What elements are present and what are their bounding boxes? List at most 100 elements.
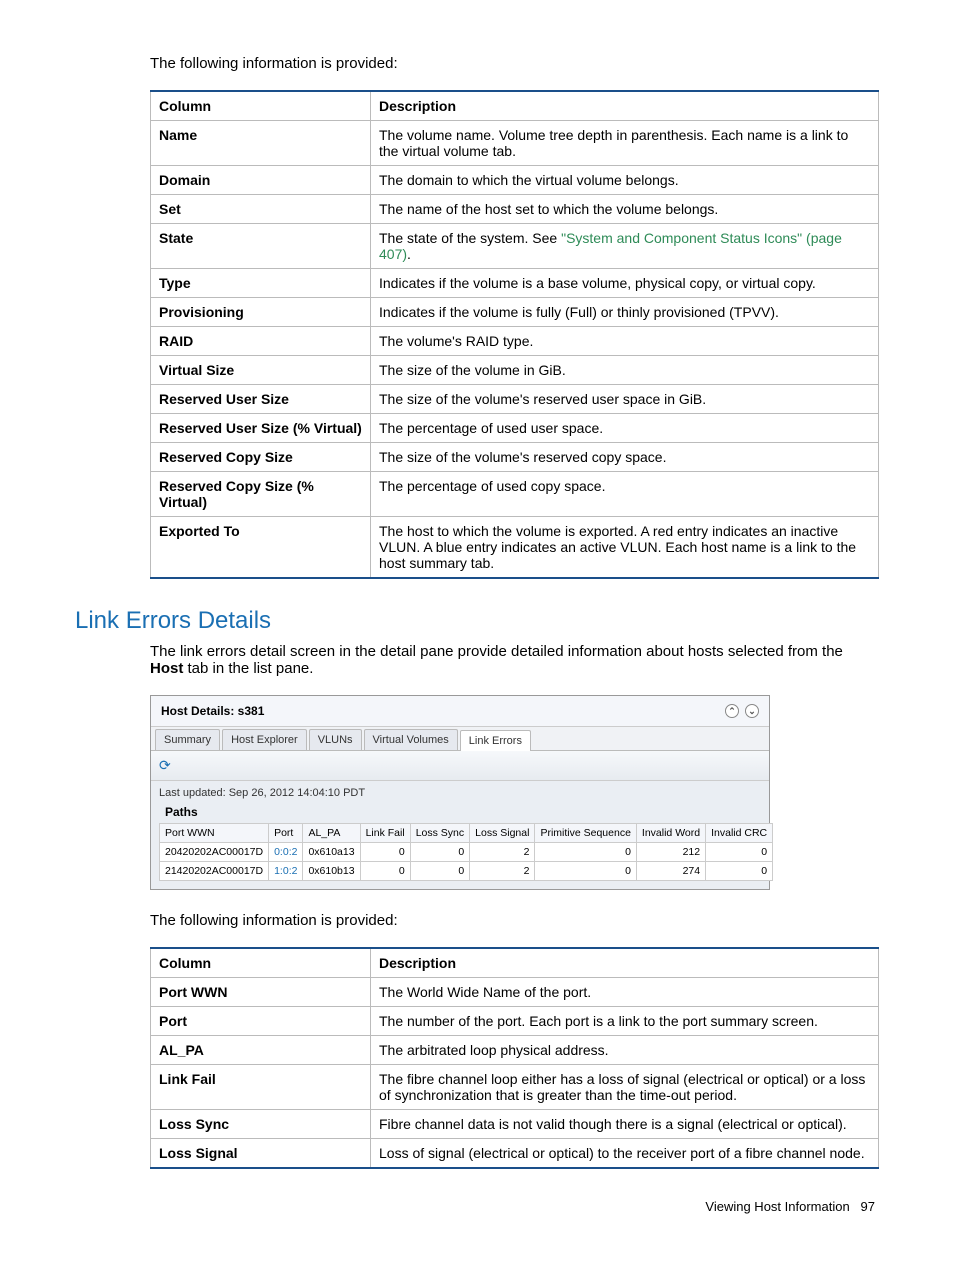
column-name-cell: Port bbox=[151, 1007, 371, 1036]
table-row: AL_PAThe arbitrated loop physical addres… bbox=[151, 1036, 879, 1065]
tab-link-errors[interactable]: Link Errors bbox=[460, 730, 531, 751]
description-cell: The World Wide Name of the port. bbox=[371, 978, 879, 1007]
description-cell: The number of the port. Each port is a l… bbox=[371, 1007, 879, 1036]
primitive-seq-cell: 0 bbox=[535, 862, 636, 881]
losssync-cell: 0 bbox=[410, 843, 469, 862]
port-link[interactable]: 1:0:2 bbox=[274, 865, 297, 877]
table2-head-col: Column bbox=[151, 948, 371, 978]
description-cell: The host to which the volume is exported… bbox=[371, 517, 879, 579]
expand-down-icon[interactable]: ⌄ bbox=[745, 704, 759, 718]
table-row: Exported ToThe host to which the volume … bbox=[151, 517, 879, 579]
table1-head-desc: Description bbox=[371, 91, 879, 121]
port-link-cell[interactable]: 1:0:2 bbox=[269, 862, 303, 881]
column-name-cell: Reserved Copy Size bbox=[151, 443, 371, 472]
section-text-post: tab in the list pane. bbox=[183, 660, 313, 677]
losssignal-cell: 2 bbox=[470, 862, 535, 881]
column-name-cell: Link Fail bbox=[151, 1065, 371, 1110]
table-row: Link FailThe fibre channel loop either h… bbox=[151, 1065, 879, 1110]
panel-header: Host Details: s381 ⌃ ⌄ bbox=[151, 696, 769, 727]
column-name-cell: Reserved User Size bbox=[151, 385, 371, 414]
table-row: Loss SyncFibre channel data is not valid… bbox=[151, 1110, 879, 1139]
table1-head-col: Column bbox=[151, 91, 371, 121]
table-row: RAIDThe volume's RAID type. bbox=[151, 327, 879, 356]
column-name-cell: Port WWN bbox=[151, 978, 371, 1007]
description-cell: The size of the volume's reserved user s… bbox=[371, 385, 879, 414]
column-name-cell: Type bbox=[151, 269, 371, 298]
description-cell: The name of the host set to which the vo… bbox=[371, 195, 879, 224]
linkfail-cell: 0 bbox=[360, 843, 410, 862]
invalid-crc-cell: 0 bbox=[706, 843, 773, 862]
alpa-cell: 0x610a13 bbox=[303, 843, 360, 862]
table-row: Reserved User SizeThe size of the volume… bbox=[151, 385, 879, 414]
description-cell: Indicates if the volume is a base volume… bbox=[371, 269, 879, 298]
table-row: SetThe name of the host set to which the… bbox=[151, 195, 879, 224]
intro-text-1: The following information is provided: bbox=[150, 55, 879, 72]
port-link[interactable]: 0:0:2 bbox=[274, 846, 297, 858]
column-name-cell: Exported To bbox=[151, 517, 371, 579]
description-cell: The fibre channel loop either has a loss… bbox=[371, 1065, 879, 1110]
paths-column-header: Port WWN bbox=[160, 824, 269, 843]
tab-summary[interactable]: Summary bbox=[155, 729, 220, 750]
column-name-cell: Loss Signal bbox=[151, 1139, 371, 1169]
invalid-word-cell: 274 bbox=[636, 862, 705, 881]
table-row: ProvisioningIndicates if the volume is f… bbox=[151, 298, 879, 327]
collapse-up-icon[interactable]: ⌃ bbox=[725, 704, 739, 718]
volume-columns-table: Column Description NameThe volume name. … bbox=[150, 90, 879, 579]
footer-text: Viewing Host Information bbox=[705, 1199, 849, 1214]
port-wwn-cell: 20420202AC00017D bbox=[160, 843, 269, 862]
description-cell: The percentage of used user space. bbox=[371, 414, 879, 443]
table2-head-desc: Description bbox=[371, 948, 879, 978]
table-row: Port WWNThe World Wide Name of the port. bbox=[151, 978, 879, 1007]
column-name-cell: AL_PA bbox=[151, 1036, 371, 1065]
table-row: NameThe volume name. Volume tree depth i… bbox=[151, 121, 879, 166]
intro-text-2: The following information is provided: bbox=[150, 912, 879, 929]
paths-column-header: AL_PA bbox=[303, 824, 360, 843]
linkfail-cell: 0 bbox=[360, 862, 410, 881]
tab-host-explorer[interactable]: Host Explorer bbox=[222, 729, 307, 750]
column-name-cell: Provisioning bbox=[151, 298, 371, 327]
paths-table: Port WWNPortAL_PALink FailLoss SyncLoss … bbox=[159, 823, 773, 881]
description-cell: The state of the system. See "System and… bbox=[371, 224, 879, 269]
description-cell: The size of the volume in GiB. bbox=[371, 356, 879, 385]
description-cell: The domain to which the virtual volume b… bbox=[371, 166, 879, 195]
column-name-cell: Set bbox=[151, 195, 371, 224]
panel-toolbar: ⟳ bbox=[151, 751, 769, 781]
tab-vluns[interactable]: VLUNs bbox=[309, 729, 362, 750]
invalid-word-cell: 212 bbox=[636, 843, 705, 862]
primitive-seq-cell: 0 bbox=[535, 843, 636, 862]
tab-virtual-volumes[interactable]: Virtual Volumes bbox=[364, 729, 458, 750]
table-row: StateThe state of the system. See "Syste… bbox=[151, 224, 879, 269]
invalid-crc-cell: 0 bbox=[706, 862, 773, 881]
description-cell: Fibre channel data is not valid though t… bbox=[371, 1110, 879, 1139]
paths-column-header: Loss Signal bbox=[470, 824, 535, 843]
port-link-cell[interactable]: 0:0:2 bbox=[269, 843, 303, 862]
column-name-cell: State bbox=[151, 224, 371, 269]
losssync-cell: 0 bbox=[410, 862, 469, 881]
table-row: DomainThe domain to which the virtual vo… bbox=[151, 166, 879, 195]
column-name-cell: Reserved Copy Size (% Virtual) bbox=[151, 472, 371, 517]
column-name-cell: Virtual Size bbox=[151, 356, 371, 385]
table-row: Reserved Copy Size (% Virtual)The percen… bbox=[151, 472, 879, 517]
column-name-cell: Domain bbox=[151, 166, 371, 195]
column-name-cell: Loss Sync bbox=[151, 1110, 371, 1139]
section-text-pre: The link errors detail screen in the det… bbox=[150, 643, 843, 660]
link-errors-columns-table: Column Description Port WWNThe World Wid… bbox=[150, 947, 879, 1169]
host-details-panel: Host Details: s381 ⌃ ⌄ SummaryHost Explo… bbox=[150, 695, 770, 890]
last-updated-text: Last updated: Sep 26, 2012 14:04:10 PDT bbox=[151, 781, 769, 801]
description-cell: The percentage of used copy space. bbox=[371, 472, 879, 517]
table-row: Reserved Copy SizeThe size of the volume… bbox=[151, 443, 879, 472]
panel-tabs: SummaryHost ExplorerVLUNsVirtual Volumes… bbox=[151, 727, 769, 751]
paths-label: Paths bbox=[151, 801, 769, 823]
footer-page: 97 bbox=[861, 1199, 875, 1214]
description-cell: The volume's RAID type. bbox=[371, 327, 879, 356]
description-cell: Loss of signal (electrical or optical) t… bbox=[371, 1139, 879, 1169]
column-name-cell: Reserved User Size (% Virtual) bbox=[151, 414, 371, 443]
table-row: Reserved User Size (% Virtual)The percen… bbox=[151, 414, 879, 443]
losssignal-cell: 2 bbox=[470, 843, 535, 862]
table-row: Virtual SizeThe size of the volume in Gi… bbox=[151, 356, 879, 385]
refresh-icon[interactable]: ⟳ bbox=[159, 757, 171, 773]
table-row: TypeIndicates if the volume is a base vo… bbox=[151, 269, 879, 298]
paths-column-header: Primitive Sequence bbox=[535, 824, 636, 843]
table-row: 21420202AC00017D1:0:20x610b1300202740 bbox=[160, 862, 773, 881]
description-cell: The volume name. Volume tree depth in pa… bbox=[371, 121, 879, 166]
